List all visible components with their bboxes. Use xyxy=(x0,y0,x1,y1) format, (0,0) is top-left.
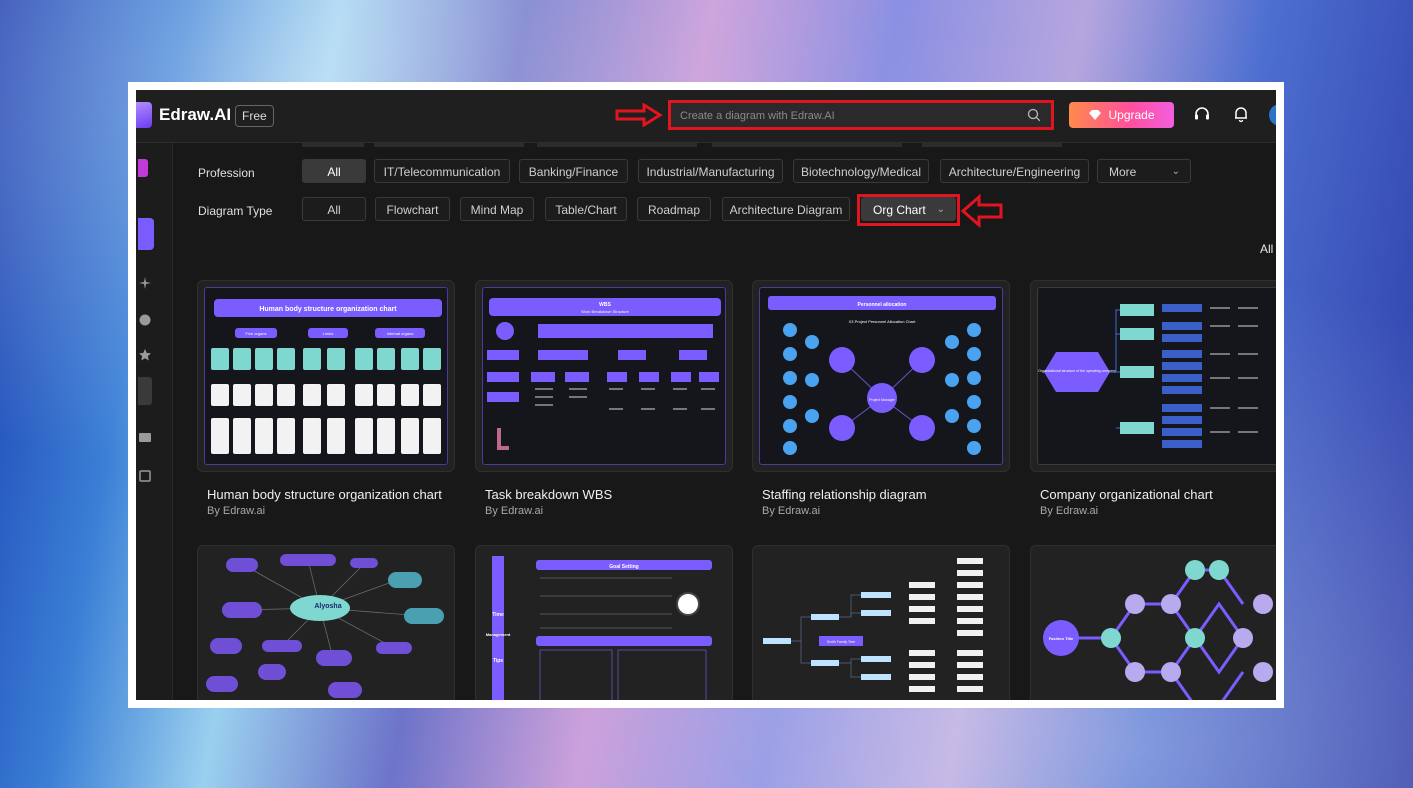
plan-badge: Free xyxy=(235,105,274,127)
template-card-thumbnail[interactable]: Human body structure organization chart … xyxy=(197,280,455,472)
sparkle-icon[interactable] xyxy=(138,276,152,290)
more-label: More xyxy=(1109,165,1137,179)
folder-icon[interactable] xyxy=(138,430,152,444)
side-label: Management xyxy=(486,632,511,637)
type-chip-mind-map[interactable]: Mind Map xyxy=(460,197,534,221)
upgrade-label: Upgrade xyxy=(1108,108,1155,122)
fashion-hex-preview: Fashion Title xyxy=(1043,560,1273,700)
thumbnail-title: Goal Setting xyxy=(609,564,638,570)
template-author: By Edraw.ai xyxy=(762,505,821,517)
company-org-preview: Organizational structure of the operatin… xyxy=(1038,304,1258,448)
templates-icon[interactable] xyxy=(138,218,154,250)
profession-chip-all[interactable]: All xyxy=(302,159,366,183)
template-title[interactable]: Human body structure organization chart xyxy=(207,487,447,502)
upgrade-button[interactable]: Upgrade xyxy=(1069,102,1174,128)
top-bar: Edraw.AI Free Upgrade xyxy=(136,90,1276,143)
root-node-label: Organizational structure of the operatin… xyxy=(1038,369,1116,373)
type-chip-table-chart[interactable]: Table/Chart xyxy=(545,197,627,221)
thumbnail-subtitle: Work Breakdown Structure xyxy=(581,309,629,314)
thumbnail-frame: Human body structure organization chart … xyxy=(204,287,448,465)
template-card-thumbnail[interactable]: Organizational structure of the operatin… xyxy=(1030,280,1276,472)
support-headset-icon[interactable] xyxy=(1193,105,1211,123)
profession-chip-biotech[interactable]: Biotechnology/Medical xyxy=(793,159,929,183)
side-label: Tips xyxy=(493,658,503,664)
logo-icon[interactable] xyxy=(136,102,152,128)
brand-name: Edraw.AI xyxy=(159,105,232,124)
time-management-preview: Time Management Tips Goal Setting xyxy=(486,556,712,700)
profession-chip-industrial[interactable]: Industrial/Manufacturing xyxy=(638,159,783,183)
type-chip-architecture-diagram[interactable]: Architecture Diagram xyxy=(722,197,850,221)
favorites-star-icon[interactable] xyxy=(138,348,152,362)
group-label: Internal organs xyxy=(387,331,414,336)
scrolled-chip-row xyxy=(302,142,1062,147)
thumbnail-subtitle: X3 Project Personnel Allocation Chart xyxy=(849,319,917,324)
red-arrow-left-icon xyxy=(960,194,1003,228)
group-label: Five organs xyxy=(246,331,267,336)
center-node-label: Alyosha xyxy=(314,603,341,610)
template-author: By Edraw.ai xyxy=(485,505,544,517)
profession-label: Profession xyxy=(198,166,255,180)
community-icon[interactable] xyxy=(138,377,152,405)
org-chart-highlight-box xyxy=(857,194,960,226)
profession-chip-it[interactable]: IT/Telecommunication xyxy=(374,159,510,183)
center-node-label: Fashion Title xyxy=(1049,636,1074,641)
template-card-thumbnail[interactable]: Smith Family Tree xyxy=(752,545,1010,700)
profession-chip-architecture[interactable]: Architecture/Engineering xyxy=(940,159,1089,183)
view-all-link[interactable]: All xyxy=(1260,242,1273,256)
red-arrow-right-icon xyxy=(615,103,663,127)
profession-more-dropdown[interactable]: More ⌄ xyxy=(1097,159,1191,183)
new-file-icon[interactable] xyxy=(138,159,148,177)
side-label: Time xyxy=(492,612,504,618)
left-sidebar xyxy=(136,143,173,700)
thumbnail-title: Personnel allocation xyxy=(858,302,907,308)
thumbnail-frame: WBS Work Breakdown Structure xyxy=(482,287,726,465)
notification-bell-icon[interactable] xyxy=(1232,105,1250,123)
thumbnail-frame: Organizational structure of the operatin… xyxy=(1037,287,1276,465)
diagram-type-label: Diagram Type xyxy=(198,204,273,218)
search-highlight-box xyxy=(668,100,1054,130)
thumbnail-frame: Personnel allocation X3 Project Personne… xyxy=(759,287,1003,465)
staffing-preview: Personnel allocation X3 Project Personne… xyxy=(768,296,996,455)
chevron-down-icon: ⌄ xyxy=(1171,166,1180,177)
template-title[interactable]: Staffing relationship diagram xyxy=(762,487,1002,502)
edraw-app-window: Edraw.AI Free Upgrade xyxy=(136,90,1276,700)
template-card-thumbnail[interactable]: Personnel allocation X3 Project Personne… xyxy=(752,280,1010,472)
type-chip-roadmap[interactable]: Roadmap xyxy=(637,197,711,221)
diamond-icon xyxy=(1089,110,1102,120)
type-chip-flowchart[interactable]: Flowchart xyxy=(375,197,450,221)
body-structure-preview: Human body structure organization chart … xyxy=(211,299,442,454)
center-node-label: Project Manager xyxy=(869,398,896,402)
template-card-thumbnail[interactable]: Time Management Tips Goal Setting xyxy=(475,545,733,700)
thumbnail-title: Human body structure organization chart xyxy=(259,306,397,313)
template-author: By Edraw.ai xyxy=(1040,505,1099,517)
template-author: By Edraw.ai xyxy=(207,505,266,517)
template-card-thumbnail[interactable]: Fashion Title xyxy=(1030,545,1276,700)
template-card-thumbnail[interactable]: Alyosha xyxy=(197,545,455,700)
group-label: Limbs xyxy=(323,331,334,336)
family-tree-preview: Smith Family Tree xyxy=(763,558,983,692)
template-card-thumbnail[interactable]: WBS Work Breakdown Structure xyxy=(475,280,733,472)
mind-map-preview: Alyosha xyxy=(206,554,444,698)
profession-chip-banking[interactable]: Banking/Finance xyxy=(519,159,628,183)
type-chip-all[interactable]: All xyxy=(302,197,366,221)
thumbnail-title: WBS xyxy=(599,302,611,308)
user-avatar[interactable] xyxy=(1269,104,1276,126)
template-title[interactable]: Task breakdown WBS xyxy=(485,487,725,502)
template-title[interactable]: Company organizational chart xyxy=(1040,487,1276,502)
trash-icon[interactable] xyxy=(138,468,152,482)
wbs-preview: WBS Work Breakdown Structure xyxy=(487,298,721,450)
recent-clock-icon[interactable] xyxy=(138,313,152,327)
center-node-label: Smith Family Tree xyxy=(827,640,855,644)
